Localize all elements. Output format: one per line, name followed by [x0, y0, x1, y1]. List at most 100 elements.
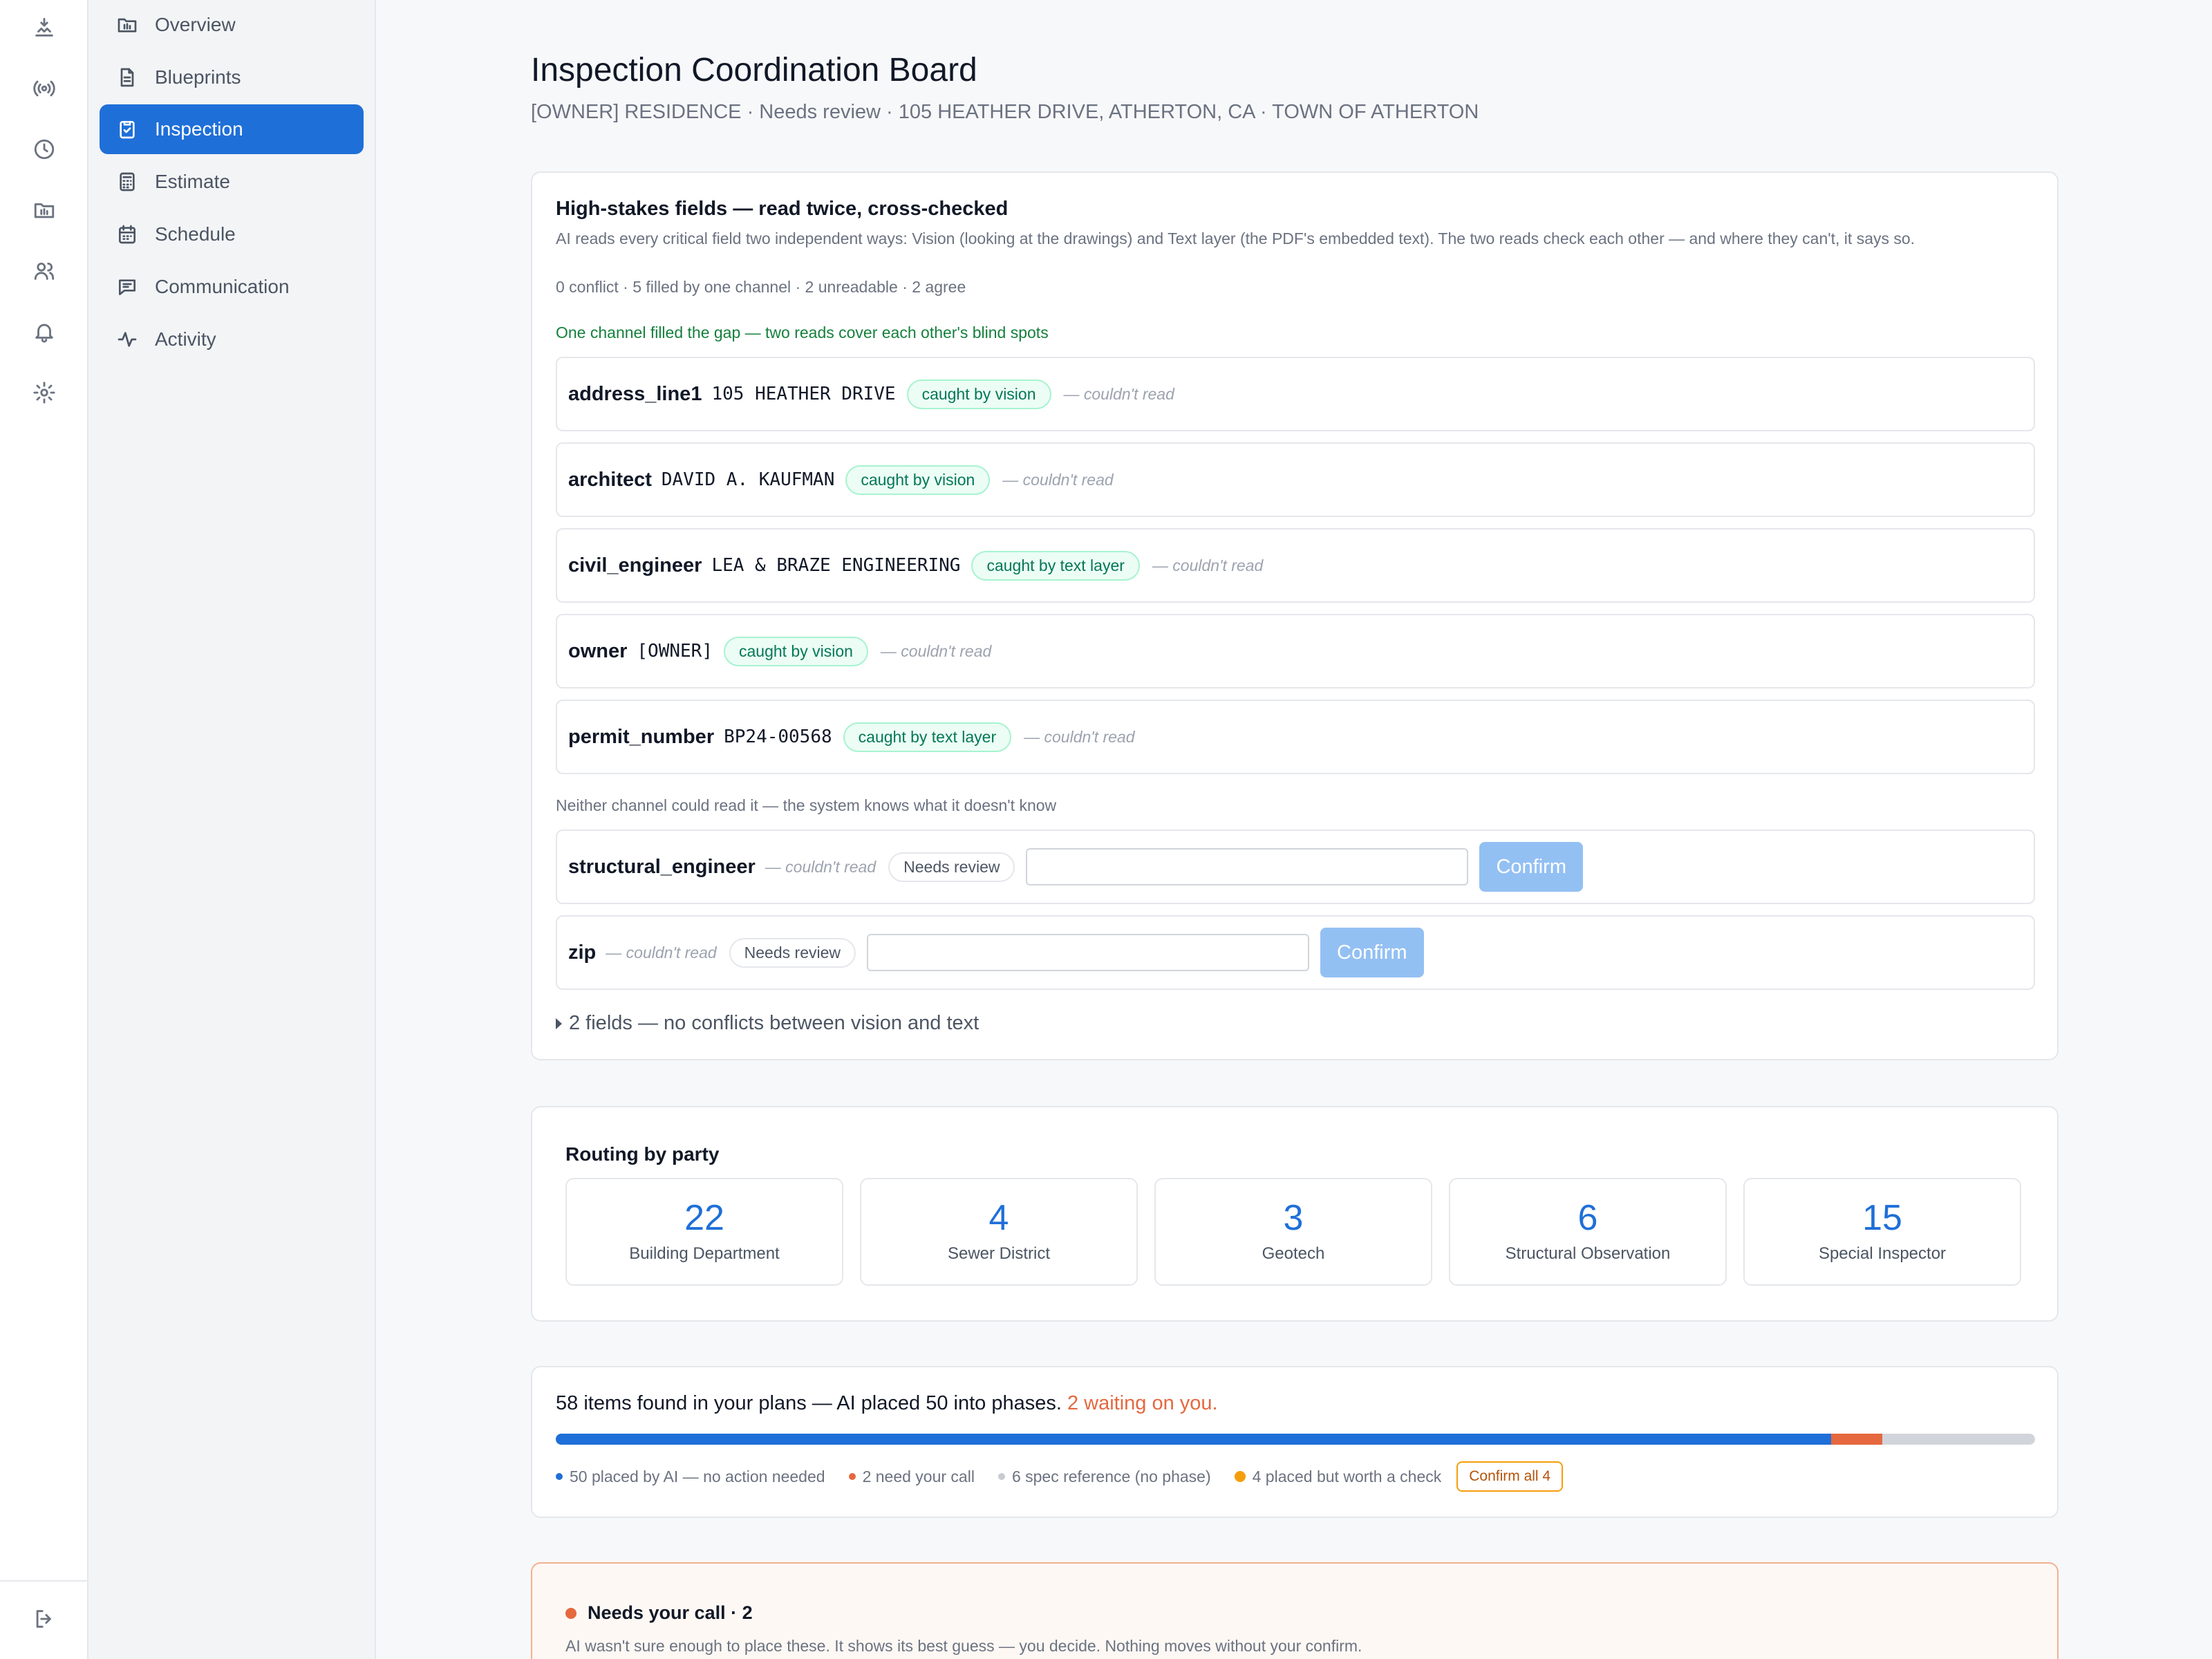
folder-icon — [118, 18, 137, 32]
card-title: Routing by party — [565, 1143, 720, 1165]
legend-text: 2 need your call — [862, 1467, 975, 1485]
bell-icon[interactable] — [28, 315, 61, 348]
field-value: [OWNER] — [637, 641, 713, 662]
party-label: Sewer District — [947, 1244, 1051, 1263]
field-name: zip — [568, 941, 597, 964]
sidebar-item-estimate[interactable]: Estimate — [100, 157, 364, 207]
unread-section-heading: Neither channel could read it — the syst… — [556, 796, 1057, 814]
sidebar-item-schedule[interactable]: Schedule — [100, 209, 364, 259]
broadcast-icon[interactable] — [28, 72, 61, 105]
party-label: Building Department — [629, 1244, 780, 1263]
party-count: 3 — [1283, 1198, 1304, 1238]
sidebar-item-blueprints[interactable]: Blueprints — [100, 53, 364, 102]
icon-rail — [0, 0, 88, 1659]
legend-text: 50 placed by AI — no action needed — [570, 1467, 825, 1485]
placement-headline-text: 58 items found in your plans — AI placed… — [556, 1392, 1062, 1414]
field-name: architect — [568, 468, 652, 491]
unread-note: — couldn't read — [880, 641, 992, 660]
activity-icon — [118, 332, 137, 347]
party-count: 22 — [684, 1198, 724, 1238]
sidebar-item-label: Communication — [155, 276, 290, 297]
logout-icon[interactable] — [28, 1602, 61, 1635]
filled-section-heading: One channel filled the gap — two reads c… — [556, 324, 1049, 341]
sidebar-item-label: Estimate — [155, 171, 230, 192]
gear-icon[interactable] — [28, 376, 61, 409]
source-badge: caught by text layer — [971, 550, 1140, 581]
field-value: BP24-00568 — [724, 727, 832, 747]
field-row-civil-engineer: civil_engineer LEA & BRAZE ENGINEERING c… — [556, 528, 2035, 603]
calendar-icon — [119, 225, 135, 244]
source-badge: caught by vision — [845, 465, 991, 495]
amber-dot-icon — [1234, 1471, 1246, 1482]
legend-text: 6 spec reference (no phase) — [1011, 1467, 1211, 1485]
clipboard-icon — [120, 121, 135, 139]
document-icon — [120, 68, 134, 87]
confirm-button[interactable]: Confirm — [1320, 928, 1424, 977]
legend-item: 2 need your call — [848, 1467, 975, 1486]
field-value: DAVID A. KAUFMAN — [661, 469, 835, 490]
placement-progress-bar — [556, 1434, 2035, 1445]
needs-review-badge: Needs review — [888, 852, 1015, 882]
agree-fields-toggle[interactable]: 2 fields — no conflicts between vision a… — [556, 1012, 979, 1035]
party-tile[interactable]: 22 Building Department — [565, 1178, 843, 1286]
folder-icon[interactable] — [28, 194, 61, 227]
party-tile[interactable]: 6 Structural Observation — [1449, 1178, 1727, 1286]
party-count: 15 — [1862, 1198, 1902, 1238]
orange-dot-icon — [848, 1473, 856, 1480]
source-badge: caught by vision — [723, 636, 868, 666]
party-label: Structural Observation — [1505, 1244, 1671, 1263]
needs-call-card: Needs your call · 2 AI wasn't sure enoug… — [531, 1562, 2059, 1659]
legend-item: 50 placed by AI — no action needed — [556, 1468, 825, 1486]
high-stakes-fields-card: High-stakes fields — read twice, cross-c… — [531, 171, 2059, 1060]
progress-segment-placed — [556, 1434, 1831, 1445]
field-row-zip: zip — couldn't read Needs review Confirm — [556, 915, 2035, 990]
party-tile[interactable]: 15 Special Inspector — [1743, 1178, 2021, 1286]
legend-item: 4 placed but worth a check — [1234, 1467, 1442, 1486]
routing-card: Routing by party 22 Building Department … — [531, 1106, 2059, 1322]
card-title: High-stakes fields — read twice, cross-c… — [556, 198, 1009, 220]
placement-card: 58 items found in your plans — AI placed… — [531, 1366, 2059, 1518]
field-stats: 0 conflict · 5 filled by one channel · 2… — [556, 278, 966, 296]
field-name: civil_engineer — [568, 554, 702, 577]
agree-summary-label: 2 fields — no conflicts between vision a… — [569, 1012, 980, 1034]
sidebar-item-label: Schedule — [155, 223, 236, 245]
field-value: 105 HEATHER DRIVE — [711, 384, 896, 404]
confirm-all-button[interactable]: Confirm all 4 — [1456, 1461, 1564, 1492]
field-row-architect: architect DAVID A. KAUFMAN caught by vis… — [556, 442, 2035, 517]
unread-note: — couldn't read — [1024, 727, 1135, 746]
placement-headline: 58 items found in your plans — AI placed… — [556, 1392, 1218, 1415]
caret-right-icon — [556, 1018, 562, 1029]
unread-note: — couldn't read — [1063, 384, 1174, 403]
needs-call-heading: Needs your call · 2 — [565, 1602, 753, 1624]
unread-note: — couldn't read — [606, 943, 717, 962]
needs-review-badge: Needs review — [729, 937, 856, 968]
sidebar-item-activity[interactable]: Activity — [100, 315, 364, 364]
site-icon[interactable] — [28, 11, 61, 44]
confirm-button[interactable]: Confirm — [1479, 842, 1583, 892]
party-count: 6 — [1577, 1198, 1598, 1238]
blue-dot-icon — [556, 1473, 563, 1480]
structural-engineer-input[interactable] — [1026, 848, 1469, 885]
party-tile[interactable]: 4 Sewer District — [860, 1178, 1138, 1286]
party-tile[interactable]: 3 Geotech — [1154, 1178, 1432, 1286]
needs-call-title: Needs your call · 2 — [588, 1602, 753, 1623]
orange-dot-icon — [565, 1607, 577, 1619]
sidebar-item-communication[interactable]: Communication — [100, 262, 364, 312]
unread-note: — couldn't read — [1152, 556, 1264, 574]
gray-dot-icon — [997, 1473, 1005, 1480]
field-row-permit-number: permit_number BP24-00568 caught by text … — [556, 700, 2035, 774]
chat-icon — [119, 279, 135, 295]
sidebar-item-inspection[interactable]: Inspection — [100, 104, 364, 154]
clock-icon[interactable] — [28, 133, 61, 166]
unread-note: — couldn't read — [1002, 470, 1114, 489]
zip-input[interactable] — [867, 934, 1309, 971]
field-row-owner: owner [OWNER] caught by vision — couldn'… — [556, 614, 2035, 688]
field-value: LEA & BRAZE ENGINEERING — [711, 555, 961, 576]
users-icon[interactable] — [28, 254, 61, 288]
sidebar-item-overview[interactable]: Overview — [100, 0, 364, 50]
page-subtitle: [OWNER] RESIDENCE · Needs review · 105 H… — [531, 101, 1479, 123]
legend-item: 6 spec reference (no phase) — [997, 1467, 1211, 1486]
sidebar-item-label: Inspection — [155, 118, 243, 140]
legend-text: 4 placed but worth a check — [1252, 1467, 1442, 1485]
field-name: owner — [568, 639, 628, 662]
